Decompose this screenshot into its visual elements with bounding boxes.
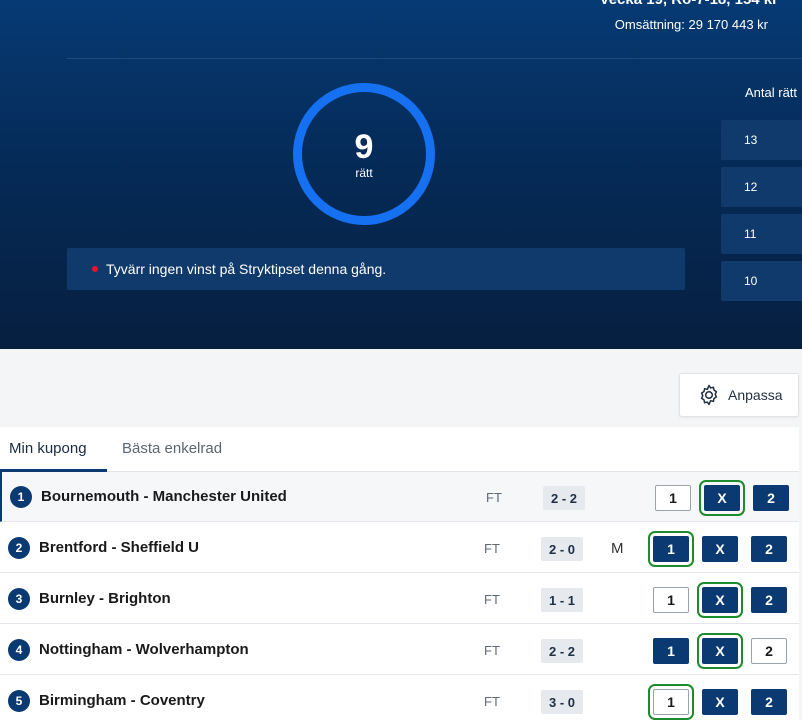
no-win-notice: Tyvärr ingen vinst på Stryktipset denna …	[67, 248, 685, 290]
match-row[interactable]: 2 Brentford - Sheffield U FT 2 - 0 M 1 X…	[0, 523, 799, 573]
customize-button[interactable]: Anpassa	[679, 373, 799, 417]
win-level-row: 10	[721, 261, 802, 301]
pick-home[interactable]: 1	[653, 638, 689, 664]
match-status: FT	[484, 643, 500, 658]
match-row[interactable]: 5 Birmingham - Coventry FT 3 - 0 1 X 2	[0, 676, 799, 720]
tab-my-coupon[interactable]: Min kupong	[9, 440, 87, 457]
win-level-label: 11	[744, 227, 757, 241]
match-teams: Birmingham - Coventry	[39, 692, 205, 709]
pick-draw[interactable]: X	[697, 582, 743, 618]
match-number: 1	[10, 486, 32, 508]
pick-home[interactable]: 1	[655, 485, 691, 511]
pick-away[interactable]: 2	[751, 689, 787, 715]
match-teams: Brentford - Sheffield U	[39, 539, 199, 556]
match-number: 5	[8, 690, 30, 712]
win-level-row: 11	[721, 214, 802, 254]
pick-draw[interactable]: X	[699, 480, 745, 516]
win-level-label: 13	[744, 133, 758, 147]
correct-count-ring: 9 rätt	[293, 83, 435, 225]
turnover-text: Omsättning: 29 170 443 kr	[614, 17, 768, 32]
match-teams: Bournemouth - Manchester United	[41, 488, 287, 505]
correct-label: rätt	[355, 166, 373, 180]
gear-icon	[700, 384, 718, 406]
wins-table-header: Antal rätt	[745, 85, 798, 100]
match-score: 3 - 0	[541, 690, 583, 714]
pick-away[interactable]: 2	[751, 536, 787, 562]
pick-draw[interactable]: X	[702, 689, 738, 715]
match-row[interactable]: 3 Burnley - Brighton FT 1 - 1 1 X 2	[0, 574, 799, 624]
match-number: 4	[8, 639, 30, 661]
pick-draw[interactable]: X	[697, 633, 743, 669]
pick-away[interactable]: 2	[751, 587, 787, 613]
match-status: FT	[484, 694, 500, 709]
pick-away[interactable]: 2	[751, 638, 787, 664]
match-number: 2	[8, 537, 30, 559]
notice-text: Tyvärr ingen vinst på Stryktipset denna …	[106, 261, 387, 277]
match-score: 2 - 2	[543, 486, 585, 510]
coupon-card: Min kupong Bästa enkelrad 1 Bournemouth …	[0, 427, 799, 720]
match-status: FT	[486, 490, 502, 505]
correct-count: 9	[354, 128, 374, 166]
results-header: Vecka 19, Ro-7-18, 154 kr Omsättning: 29…	[0, 0, 802, 349]
match-row[interactable]: 4 Nottingham - Wolverhampton FT 2 - 2 1 …	[0, 625, 799, 675]
tab-best-single-row[interactable]: Bästa enkelrad	[122, 440, 222, 457]
pick-home[interactable]: 1	[648, 684, 694, 720]
match-status: FT	[484, 541, 500, 556]
week-title: Vecka 19, Ro-7-18, 154 kr	[600, 0, 778, 8]
alert-dot-icon	[92, 266, 98, 272]
pick-home[interactable]: 1	[653, 587, 689, 613]
win-level-label: 10	[744, 274, 758, 288]
match-score: 2 - 2	[541, 639, 583, 663]
coupon-tabs: Min kupong Bästa enkelrad	[0, 427, 799, 472]
match-number: 3	[8, 588, 30, 610]
pick-away[interactable]: 2	[753, 485, 789, 511]
match-status: FT	[484, 592, 500, 607]
win-level-row: 13	[721, 120, 802, 160]
win-level-label: 12	[744, 180, 758, 194]
match-score: 1 - 1	[541, 588, 583, 612]
win-level-row: 12	[721, 167, 802, 207]
match-marker: M	[611, 540, 624, 557]
match-score: 2 - 0	[541, 537, 583, 561]
match-teams: Nottingham - Wolverhampton	[39, 641, 249, 658]
pick-home[interactable]: 1	[648, 531, 694, 567]
pick-draw[interactable]: X	[702, 536, 738, 562]
match-teams: Burnley - Brighton	[39, 590, 171, 607]
customize-label: Anpassa	[728, 387, 783, 403]
match-row[interactable]: 1 Bournemouth - Manchester United FT 2 -…	[0, 472, 799, 522]
header-divider	[67, 58, 802, 59]
